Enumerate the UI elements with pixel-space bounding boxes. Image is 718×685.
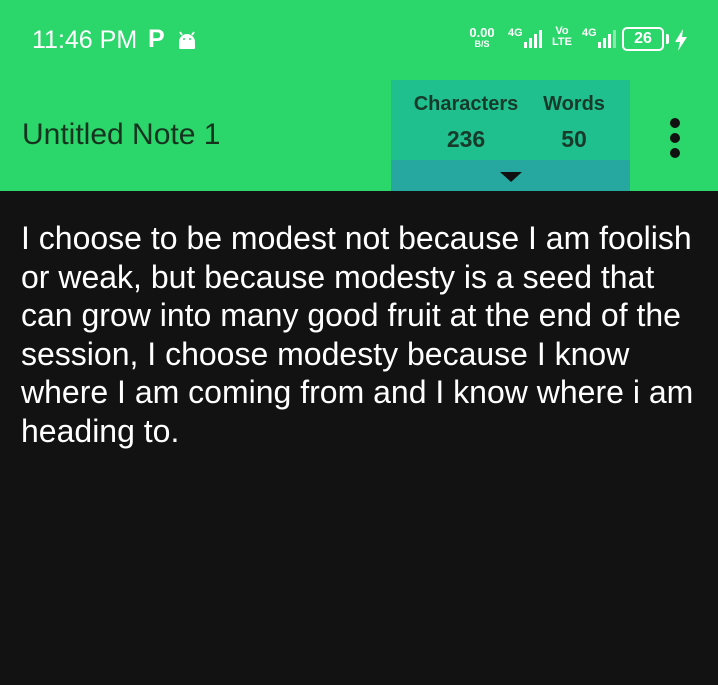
app-bar: Untitled Note 1 Characters 236 Words 50 xyxy=(0,80,718,191)
network-speed-unit: B/S xyxy=(474,39,490,49)
battery-level: 26 xyxy=(634,30,652,47)
battery-tip xyxy=(666,34,669,44)
network-speed: 0.00 B/S xyxy=(466,26,498,49)
sim2-signal-icon xyxy=(598,30,616,48)
sim1-network-label: 4G xyxy=(508,27,523,39)
characters-label: Characters xyxy=(413,93,519,115)
more-vertical-icon-dot xyxy=(670,148,680,158)
volte-indicator: Vo LTE xyxy=(551,26,573,48)
caret-down-icon xyxy=(500,172,522,182)
sim2-network-label: 4G xyxy=(582,27,597,39)
words-count: 50 xyxy=(561,126,587,152)
characters-counter: Characters 236 xyxy=(407,92,525,154)
sim1-signal-icon xyxy=(524,30,542,48)
volte-bottom: LTE xyxy=(552,36,572,48)
note-title[interactable]: Untitled Note 1 xyxy=(22,118,220,152)
more-options-button[interactable] xyxy=(660,118,690,158)
word-counter-panel: Characters 236 Words 50 xyxy=(391,80,630,191)
note-text-editor[interactable]: I choose to be modest not because I am f… xyxy=(21,219,701,450)
more-vertical-icon xyxy=(670,118,680,128)
notification-p-icon: P xyxy=(148,25,165,53)
words-counter: Words 50 xyxy=(535,92,613,154)
note-screen: 11:46 PM P 0.00 B/S 4G Vo LTE 4G 26 Unti… xyxy=(0,0,718,685)
network-speed-value: 0.00 xyxy=(469,25,495,40)
android-icon xyxy=(179,31,195,49)
words-label: Words xyxy=(543,93,605,115)
bolt-icon xyxy=(675,29,687,51)
status-bar: 11:46 PM P 0.00 B/S 4G Vo LTE 4G 26 xyxy=(0,0,718,80)
expand-counter-button[interactable] xyxy=(391,160,630,191)
battery-icon: 26 xyxy=(622,27,664,51)
characters-count: 236 xyxy=(446,126,486,152)
status-time: 11:46 PM xyxy=(32,26,138,54)
more-vertical-icon-dot xyxy=(670,133,680,143)
